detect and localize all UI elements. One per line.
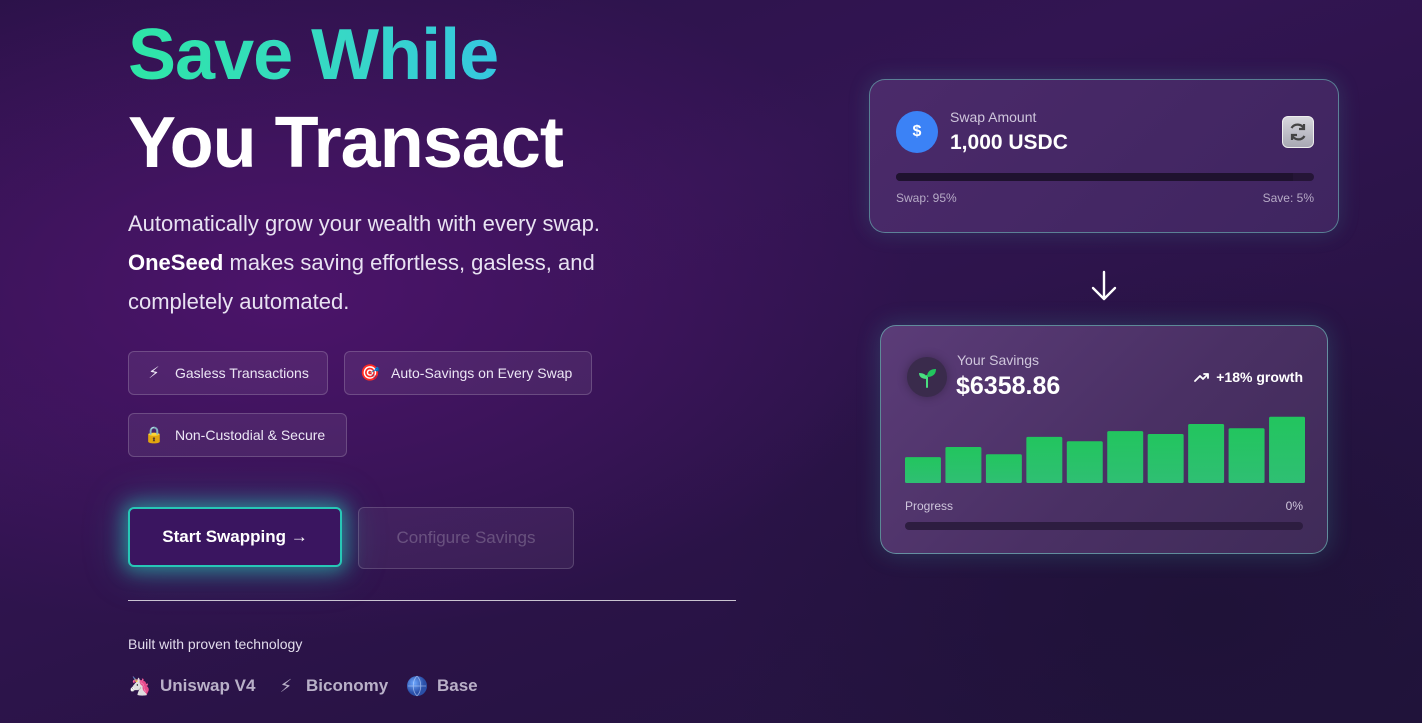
swap-split-fill — [896, 173, 1294, 181]
savings-bar — [1188, 423, 1225, 483]
arrow-down-icon — [1091, 270, 1117, 301]
lock-icon: 🔒 — [144, 427, 164, 444]
feature-label: Auto-Savings on Every Swap — [391, 365, 573, 381]
savings-bar-chart — [905, 416, 1305, 483]
hero-title-highlight: Save While — [128, 15, 499, 95]
seedling-icon — [907, 357, 947, 397]
tech-item-base: Base — [405, 674, 478, 698]
configure-savings-button[interactable]: Configure Savings — [358, 507, 574, 569]
savings-label: Your Savings — [957, 352, 1039, 368]
savings-bar — [945, 447, 982, 483]
lightning-icon: ⚡ — [279, 675, 293, 696]
savings-bar — [1269, 416, 1305, 483]
feature-chip-auto-savings: 🎯 Auto-Savings on Every Swap — [344, 351, 592, 395]
tech-item-uniswap: 🦄 Uniswap V4 — [128, 674, 256, 698]
swap-amount-card: $ Swap Amount 1,000 USDC Swap: 95% Save:… — [869, 79, 1339, 233]
swap-split-bar — [896, 173, 1314, 181]
feature-chip-non-custodial: 🔒 Non-Custodial & Secure — [128, 413, 347, 457]
tech-item-biconomy: ⚡ Biconomy — [274, 674, 389, 698]
swap-amount-label: Swap Amount — [950, 109, 1037, 125]
start-swapping-button[interactable]: Start Swapping → — [128, 507, 342, 567]
refresh-icon[interactable] — [1282, 116, 1314, 148]
growth-indicator: +18% growth — [1194, 369, 1303, 385]
lightning-icon: ⚡ — [148, 365, 160, 382]
hero-title: You Transact — [128, 103, 564, 183]
savings-bar — [1228, 428, 1265, 483]
progress-label: Progress — [905, 499, 954, 513]
growth-text: +18% growth — [1216, 369, 1303, 385]
dollar-icon: $ — [896, 111, 938, 153]
progress-bar — [905, 522, 1303, 530]
tech-label: Biconomy — [306, 676, 389, 695]
feature-chip-gasless: ⚡ Gasless Transactions — [128, 351, 328, 395]
tech-label: Uniswap V4 — [160, 676, 256, 695]
description-text: Automatically grow your wealth with ever… — [128, 211, 600, 236]
globe-icon — [405, 674, 429, 698]
tech-label: Base — [437, 676, 478, 695]
savings-value: $6358.86 — [956, 372, 1061, 400]
savings-bar — [1066, 441, 1103, 483]
savings-bar — [985, 454, 1022, 483]
hero-description: Automatically grow your wealth with ever… — [128, 204, 668, 321]
savings-bar — [1026, 436, 1063, 483]
target-icon: 🎯 — [360, 365, 380, 382]
trending-up-icon — [1194, 373, 1210, 382]
tech-heading: Built with proven technology — [128, 636, 303, 652]
feature-label: Non-Custodial & Secure — [175, 427, 326, 443]
divider — [128, 600, 736, 601]
unicorn-icon: 🦄 — [128, 675, 152, 696]
swap-amount-value: 1,000 USDC — [950, 131, 1068, 154]
savings-bar — [905, 457, 941, 483]
save-percent: Save: 5% — [1262, 191, 1314, 205]
feature-label: Gasless Transactions — [175, 365, 309, 381]
swap-percent: Swap: 95% — [896, 191, 957, 205]
savings-bar — [1107, 431, 1144, 483]
savings-card: Your Savings $6358.86 +18% growth Progre… — [880, 325, 1328, 554]
savings-bar — [1147, 434, 1184, 483]
brand-name: OneSeed — [128, 250, 224, 275]
progress-value: 0% — [1285, 499, 1303, 513]
